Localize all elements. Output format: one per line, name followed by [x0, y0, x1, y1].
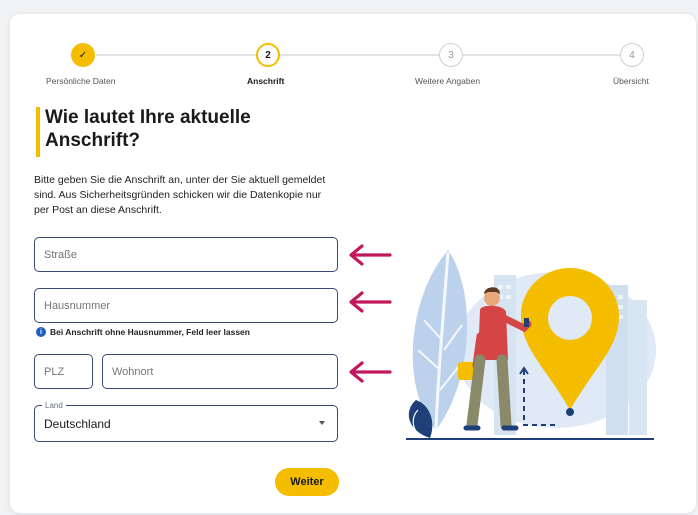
step-3-label: Weitere Angaben [415, 76, 481, 86]
country-select-value: Deutschland [44, 416, 111, 431]
street-input[interactable] [44, 248, 337, 261]
next-button[interactable]: Weiter [275, 468, 339, 496]
zip-input[interactable] [44, 365, 92, 378]
house-number-hint-text: Bei Anschrift ohne Hausnummer, Feld leer… [50, 327, 250, 337]
step-3-circle: 3 [439, 43, 463, 67]
page-title: Wie lautet Ihre aktuelle Anschrift? [45, 107, 251, 151]
zip-field[interactable] [34, 354, 93, 389]
street-field[interactable] [34, 237, 338, 272]
step-2-label: Anschrift [247, 76, 285, 86]
page-description: Bitte geben Sie die Anschrift an, unter … [34, 174, 326, 216]
info-icon: i [36, 327, 46, 337]
step-4-circle: 4 [620, 43, 644, 67]
location-illustration [406, 250, 656, 440]
stepper-line [96, 54, 632, 56]
heading-accent-bar [36, 107, 40, 157]
chevron-down-icon [319, 421, 325, 425]
country-select[interactable]: Deutschland [34, 405, 338, 442]
arrow-left-icon [349, 361, 392, 383]
country-select-label: Land [42, 401, 66, 410]
step-2-circle: 2 [256, 43, 280, 67]
house-number-field[interactable] [34, 288, 338, 323]
house-number-input[interactable] [44, 299, 337, 312]
arrow-left-icon [349, 291, 392, 313]
city-field[interactable] [102, 354, 338, 389]
arrow-left-icon [349, 244, 392, 266]
house-number-hint: i Bei Anschrift ohne Hausnummer, Feld le… [36, 327, 250, 337]
step-1-check-icon: ✓ [71, 43, 95, 67]
step-1-label: Persönliche Daten [46, 76, 116, 86]
city-input[interactable] [112, 365, 337, 378]
step-4-label: Übersicht [613, 76, 649, 86]
